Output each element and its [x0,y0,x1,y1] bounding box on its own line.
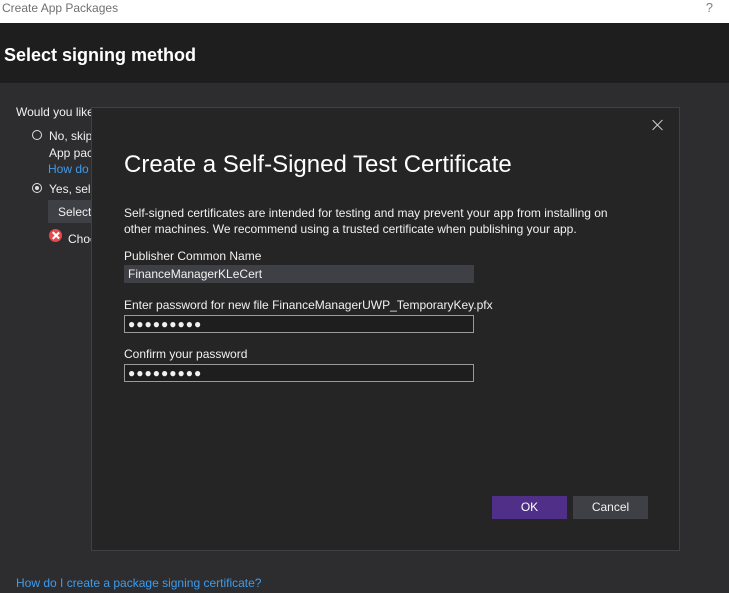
page-header: Select signing method [0,23,729,83]
publisher-label: Publisher Common Name [124,249,262,263]
radio-yes-select[interactable] [32,183,42,193]
confirm-password-label: Confirm your password [124,347,248,361]
signing-question: Would you like [16,105,94,119]
password-label: Enter password for new file FinanceManag… [124,298,493,312]
dialog-title: Create a Self-Signed Test Certificate [124,151,512,178]
self-signed-certificate-dialog: Create a Self-Signed Test Certificate Se… [91,107,680,551]
ok-button[interactable]: OK [492,496,567,519]
dialog-description: Self-signed certificates are intended fo… [124,206,608,236]
publisher-common-name-field[interactable] [124,265,474,283]
help-icon[interactable]: ? [706,0,713,15]
option-no-help-link[interactable]: How do [48,162,89,176]
option-no-label: No, skip [49,129,93,143]
cancel-button[interactable]: Cancel [573,496,648,519]
page-title: Select signing method [4,45,197,65]
password-field[interactable] [124,315,474,333]
window-titlebar: Create App Packages ? [0,0,729,23]
select-button-label: Select [58,205,92,219]
error-icon [49,229,62,242]
close-icon[interactable] [650,117,666,133]
window-title: Create App Packages [2,1,119,15]
radio-no-skip[interactable] [32,130,42,140]
confirm-password-field[interactable] [124,364,474,382]
signing-certificate-help-link[interactable]: How do I create a package signing certif… [16,576,261,590]
option-no-description: App pac [49,146,94,160]
